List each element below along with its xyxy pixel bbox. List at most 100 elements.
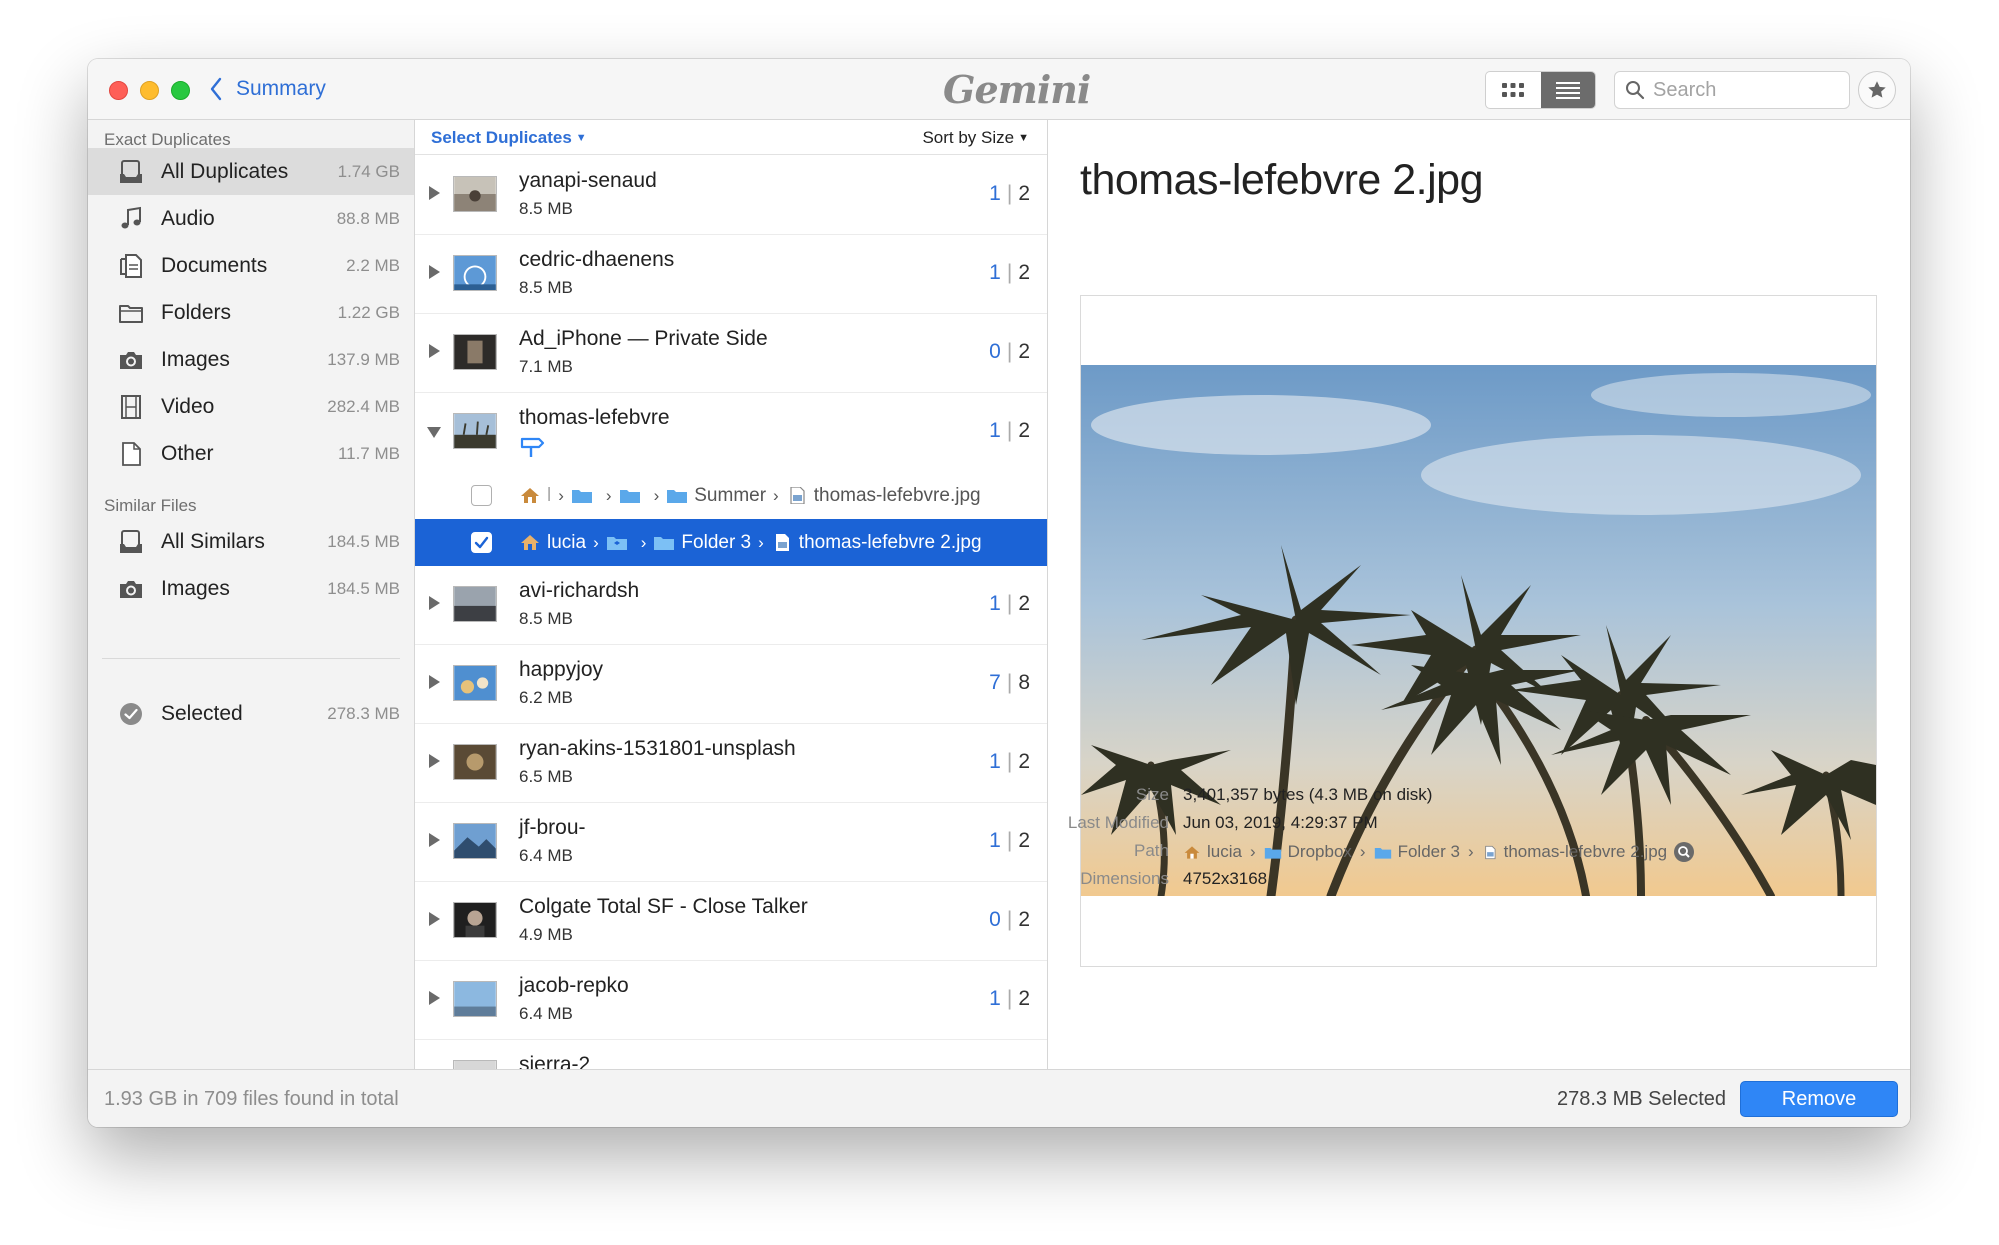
app-logo: Gemini [943, 67, 1091, 112]
all-similars-icon [120, 530, 142, 553]
film-icon [121, 395, 141, 419]
path-user: lucia [547, 531, 587, 553]
disclosure-triangle-icon[interactable] [429, 991, 440, 1005]
path-user: l [547, 484, 552, 506]
close-window-button[interactable] [109, 81, 128, 100]
list-view-button[interactable] [1540, 72, 1595, 108]
image-file-icon [1484, 845, 1496, 859]
total-count: 2 [1018, 340, 1030, 363]
sidebar-item-similar-images[interactable]: Images 184.5 MB [88, 565, 414, 612]
sidebar-item-audio[interactable]: Audio 88.8 MB [88, 195, 414, 242]
selected-count: 1 [989, 419, 1001, 442]
file-checkbox-checked[interactable] [471, 532, 492, 553]
selection-count: 1 | 2 [989, 592, 1030, 615]
sidebar-item-size: 278.3 MB [327, 703, 400, 723]
total-count: 2 [1018, 829, 1030, 852]
group-size: 6.2 MB [519, 688, 573, 707]
disclosure-triangle-icon[interactable] [429, 344, 440, 358]
file-checkbox[interactable] [471, 485, 492, 506]
sidebar-item-label: Selected [161, 701, 243, 725]
total-count: 2 [1018, 592, 1030, 615]
path-folder[interactable]: Folder 3 [1398, 842, 1460, 862]
list-item[interactable]: happyjoy 6.2 MB 7 | 8 [415, 645, 1047, 724]
selection-count: 1 | 2 [989, 182, 1030, 205]
disclosure-triangle-icon[interactable] [429, 833, 440, 847]
path-folder: Summer [694, 484, 767, 506]
back-to-summary-button[interactable]: Summary [208, 76, 326, 102]
sidebar-item-selected[interactable]: Selected 278.3 MB [88, 690, 414, 737]
path-dropbox[interactable]: Dropbox [1288, 842, 1352, 862]
sidebar-item-other[interactable]: Other 11.7 MB [88, 430, 414, 477]
path-folder: Folder 3 [681, 531, 752, 553]
total-count: 2 [1018, 261, 1030, 284]
group-size: 8.5 MB [519, 609, 573, 628]
search-field [1614, 71, 1850, 109]
sidebar-item-size: 2.2 MB [346, 255, 400, 275]
info-label: Dimensions [1080, 869, 1169, 888]
sidebar-item-label: Images [161, 347, 230, 371]
reveal-in-finder-icon[interactable] [1673, 841, 1695, 863]
zoom-window-button[interactable] [171, 81, 190, 100]
disclosure-triangle-icon[interactable] [429, 912, 440, 926]
sort-by-menu[interactable]: Sort by Size ▼ [922, 128, 1029, 148]
similar-files-header: Similar Files [104, 496, 197, 515]
selected-count: 1 [989, 750, 1001, 773]
path-user[interactable]: lucia [1207, 842, 1242, 862]
select-duplicates-menu[interactable]: Select Duplicates ▼ [431, 128, 587, 148]
path-file[interactable]: thomas-lefebvre 2.jpg [1504, 842, 1667, 862]
search-input[interactable] [1653, 78, 1843, 102]
chevron-left-icon [210, 77, 222, 101]
folder-icon [1374, 847, 1391, 859]
grid-view-button[interactable] [1486, 72, 1541, 108]
sidebar-item-documents[interactable]: Documents 2.2 MB [88, 242, 414, 289]
view-mode-toggle [1485, 71, 1596, 109]
disclosure-triangle-icon[interactable] [429, 596, 440, 610]
list-header: Select Duplicates ▼ Sort by Size ▼ [415, 120, 1047, 155]
select-duplicates-label: Select Duplicates [431, 128, 572, 147]
disclosure-triangle-open-icon[interactable] [427, 427, 441, 438]
remove-button[interactable]: Remove [1740, 1081, 1898, 1117]
sort-by-label: Sort by Size [922, 128, 1015, 147]
image-thumbnail [453, 823, 497, 859]
list-item-expanded[interactable]: thomas-lefebvre 1 | 2 [415, 393, 1047, 472]
image-thumbnail [453, 413, 497, 449]
disclosure-triangle-icon[interactable] [429, 265, 440, 279]
sidebar-item-video[interactable]: Video 282.4 MB [88, 383, 414, 430]
disclosure-triangle-icon[interactable] [429, 186, 440, 200]
disclosure-triangle-icon[interactable] [429, 754, 440, 768]
selection-count: 1 | 2 [989, 829, 1030, 852]
home-icon [521, 535, 539, 550]
list-item[interactable]: cedric-dhaenens 8.5 MB 1 | 2 [415, 235, 1047, 314]
list-item[interactable]: ryan-akins-1531801-unsplash 6.5 MB 1 | 2 [415, 724, 1047, 803]
favorites-button[interactable] [1858, 71, 1896, 109]
duplicate-file-row-selected[interactable]: lucia › › Folder 3 › thomas-lefebvre 2.jpg [415, 519, 1047, 566]
group-size: 8.5 MB [519, 199, 573, 218]
list-item[interactable]: avi-richardsh 8.5 MB 1 | 2 [415, 566, 1047, 645]
list-item[interactable]: sierra-2 [415, 1040, 1047, 1069]
checkmark-icon [474, 536, 489, 549]
image-thumbnail [453, 255, 497, 291]
video-thumbnail [453, 334, 497, 370]
caret-down-icon: ▼ [575, 132, 587, 144]
info-label: Last Modified [1067, 813, 1169, 832]
title-bar: Summary Gemini [88, 59, 1910, 120]
list-item[interactable]: Colgate Total SF - Close Talker 4.9 MB 0… [415, 882, 1047, 961]
sidebar-item-label: Documents [161, 253, 268, 277]
minimize-window-button[interactable] [140, 81, 159, 100]
selected-count: 7 [989, 671, 1001, 694]
selection-count: 1 | 2 [989, 261, 1030, 284]
disclosure-triangle-icon[interactable] [429, 675, 440, 689]
home-icon [1184, 845, 1200, 859]
list-item[interactable]: Ad_iPhone — Private Side 7.1 MB 0 | 2 [415, 314, 1047, 393]
info-path-value: lucia › Dropbox › Folder 3 › thomas-lefebvr… [1183, 841, 1695, 863]
list-item[interactable]: yanapi-senaud 8.5 MB 1 | 2 [415, 156, 1047, 235]
list-item[interactable]: jf-brou- 6.4 MB 1 | 2 [415, 803, 1047, 882]
sidebar-item-folders[interactable]: Folders 1.22 GB [88, 289, 414, 336]
sidebar-item-label: All Similars [161, 529, 265, 553]
sidebar-item-all-duplicates[interactable]: All Duplicates 1.74 GB [88, 148, 414, 195]
list-item[interactable]: jacob-repko 6.4 MB 1 | 2 [415, 961, 1047, 1040]
duplicate-file-row[interactable]: l › › › Summer › thomas-lefebvre.jpg [415, 472, 1047, 519]
sidebar-item-images[interactable]: Images 137.9 MB [88, 336, 414, 383]
group-name: avi-richardsh [519, 579, 640, 602]
sidebar-item-all-similars[interactable]: All Similars 184.5 MB [88, 518, 414, 565]
